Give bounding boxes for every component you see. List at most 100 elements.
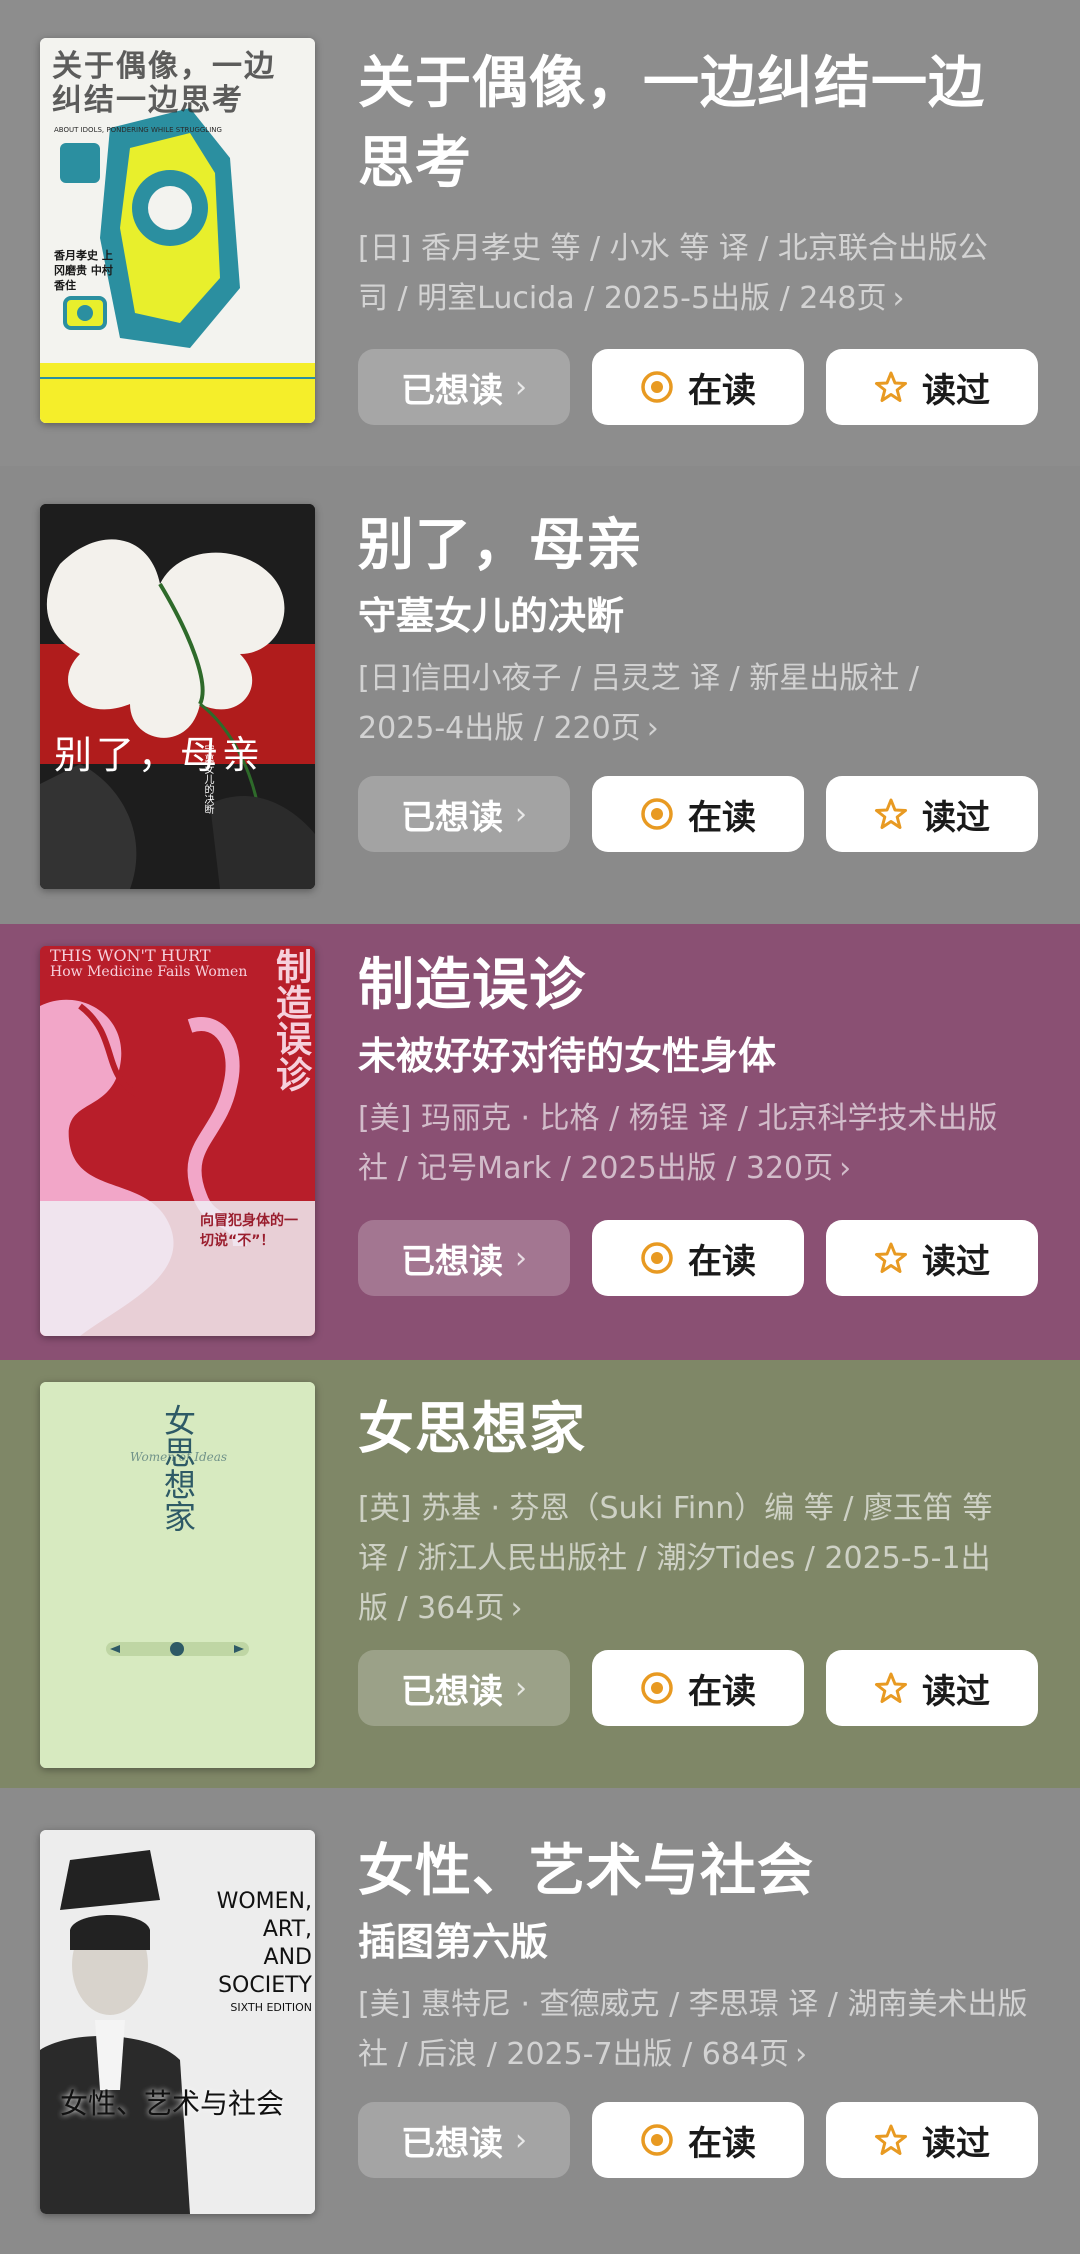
- book-cover-1[interactable]: 关于偶像，一边纠结一边思考 ABOUT IDOLS, PONDERING WHI…: [40, 38, 315, 423]
- read-button[interactable]: 读过: [826, 776, 1038, 852]
- book-cover-2[interactable]: 别了，母亲 守墓女儿的决断: [40, 504, 315, 889]
- want-button-label: 已想读: [401, 2123, 503, 2164]
- book-cover-4[interactable]: 女思想家 Women of Ideas: [40, 1382, 315, 1768]
- cover-3-en-subtitle: How Medicine Fails Women: [50, 964, 248, 980]
- star-icon: [875, 1242, 907, 1273]
- reading-button[interactable]: 在读: [592, 349, 804, 425]
- reading-button-label: 在读: [688, 2123, 756, 2164]
- reading-button-label: 在读: [688, 1241, 756, 1282]
- reading-button-label: 在读: [688, 1671, 756, 1712]
- book-meta-4-line1: [英] 苏基 · 芬恩（Suki Finn）编 等 / 廖玉笛 等: [358, 1491, 993, 1526]
- book-card-1[interactable]: 关于偶像，一边纠结一边思考 ABOUT IDOLS, PONDERING WHI…: [0, 0, 1080, 466]
- book-actions-2: 已想读 › 在读 读过: [358, 776, 1040, 852]
- want-to-read-button[interactable]: 已想读 ›: [358, 349, 570, 425]
- cover-5-en-title: WOMEN, ART, AND SOCIETY SIXTH EDITION: [172, 1888, 312, 2016]
- read-button-label: 读过: [922, 1671, 990, 1712]
- book-cover-3[interactable]: THIS WON'T HURT How Medicine Fails Women…: [40, 946, 315, 1336]
- book-meta-2-line1: [日]信田小夜子 / 吕灵芝 译 / 新星出版社 /: [358, 661, 919, 696]
- book-card-4[interactable]: 女思想家 Women of Ideas 女思想家 [英] 苏基 · 芬恩（Suk…: [0, 1360, 1080, 1788]
- book-card-3[interactable]: THIS WON'T HURT How Medicine Fails Women…: [0, 924, 1080, 1360]
- book-meta-3-line2: 社 / 记号Mark / 2025出版 / 320页: [358, 1151, 834, 1186]
- want-to-read-button[interactable]: 已想读 ›: [358, 1220, 570, 1296]
- chevron-right-icon: ›: [510, 1591, 523, 1626]
- book-meta-4[interactable]: [英] 苏基 · 芬恩（Suki Finn）编 等 / 廖玉笛 等 译 / 浙江…: [358, 1484, 1040, 1634]
- want-button-label: 已想读: [401, 370, 503, 411]
- reading-button[interactable]: 在读: [592, 1220, 804, 1296]
- reading-target-icon: [641, 2124, 673, 2156]
- read-button-label: 读过: [922, 370, 990, 411]
- want-to-read-button[interactable]: 已想读 ›: [358, 1650, 570, 1726]
- want-button-label: 已想读: [401, 1671, 503, 1712]
- read-button-label: 读过: [922, 1241, 990, 1282]
- book-meta-1-line1: [日] 香月孝史 等 / 小水 等 译 / 北京联合出版公: [358, 231, 988, 266]
- book-card-2[interactable]: 别了，母亲 守墓女儿的决断 别了，母亲 守墓女儿的决断 [日]信田小夜子 / 吕…: [0, 466, 1080, 924]
- book-meta-5[interactable]: [美] 惠特尼 · 查德威克 / 李思璟 译 / 湖南美术出版 社 / 后浪 /…: [358, 1980, 1040, 2080]
- reading-target-icon: [641, 1672, 673, 1704]
- book-title-5[interactable]: 女性、艺术与社会: [358, 1832, 1040, 1912]
- want-to-read-button[interactable]: 已想读 ›: [358, 776, 570, 852]
- book-meta-2[interactable]: [日]信田小夜子 / 吕灵芝 译 / 新星出版社 / 2025-4出版 / 22…: [358, 654, 1040, 754]
- reading-target-icon: [641, 371, 673, 403]
- star-icon: [875, 371, 907, 402]
- book-title-4[interactable]: 女思想家: [358, 1390, 1040, 1470]
- read-button-label: 读过: [922, 2123, 990, 2164]
- cover-5-en-line1: WOMEN,: [216, 1889, 312, 1914]
- book-meta-1[interactable]: [日] 香月孝史 等 / 小水 等 译 / 北京联合出版公 司 / 明室Luci…: [358, 224, 1040, 324]
- book-meta-3-line1: [美] 玛丽克 · 比格 / 杨锃 译 / 北京科学技术出版: [358, 1101, 998, 1136]
- cover-5-en-line3: AND: [263, 1945, 312, 1970]
- book-subtitle-5: 插图第六版: [358, 1920, 549, 1964]
- book-title-1[interactable]: 关于偶像，一边纠结一边 思考: [358, 44, 1040, 204]
- read-button[interactable]: 读过: [826, 1220, 1038, 1296]
- reading-button[interactable]: 在读: [592, 1650, 804, 1726]
- cover-4-en: Women of Ideas: [130, 1450, 228, 1464]
- reading-button[interactable]: 在读: [592, 776, 804, 852]
- read-button-label: 读过: [922, 797, 990, 838]
- read-button[interactable]: 读过: [826, 349, 1038, 425]
- book-actions-4: 已想读 › 在读 读过: [358, 1650, 1040, 1726]
- book-actions-1: 已想读 › 在读 读过: [358, 349, 1040, 425]
- chevron-right-icon: ›: [515, 1240, 527, 1276]
- book-title-1-line2: 思考: [358, 131, 472, 196]
- book-meta-4-line3: 版 / 364页: [358, 1591, 505, 1626]
- book-actions-5: 已想读 › 在读 读过: [358, 2102, 1040, 2178]
- chevron-right-icon: ›: [892, 281, 905, 316]
- reading-button-label: 在读: [688, 797, 756, 838]
- reading-button-label: 在读: [688, 370, 756, 411]
- book-meta-3[interactable]: [美] 玛丽克 · 比格 / 杨锃 译 / 北京科学技术出版 社 / 记号Mar…: [358, 1094, 1040, 1194]
- book-meta-1-line2: 司 / 明室Lucida / 2025-5出版 / 248页: [358, 281, 887, 316]
- book-meta-2-line2: 2025-4出版 / 220页: [358, 711, 641, 746]
- star-icon: [875, 2124, 907, 2155]
- reading-target-icon: [641, 798, 673, 830]
- want-to-read-button[interactable]: 已想读 ›: [358, 2102, 570, 2178]
- cover-1-title: 关于偶像，一边纠结一边思考: [52, 49, 276, 118]
- book-card-5[interactable]: WOMEN, ART, AND SOCIETY SIXTH EDITION 女性…: [0, 1788, 1080, 2254]
- book-actions-3: 已想读 › 在读 读过: [358, 1220, 1040, 1296]
- reading-button[interactable]: 在读: [592, 2102, 804, 2178]
- book-meta-5-line1: [美] 惠特尼 · 查德威克 / 李思璟 译 / 湖南美术出版: [358, 1987, 1028, 2022]
- chevron-right-icon: ›: [839, 1151, 852, 1186]
- book-title-2[interactable]: 别了，母亲: [358, 506, 1040, 586]
- cover-1-subtitle: ABOUT IDOLS, PONDERING WHILE STRUGGLING: [54, 126, 222, 134]
- want-button-label: 已想读: [401, 797, 503, 838]
- book-subtitle-3: 未被好好对待的女性身体: [358, 1034, 777, 1078]
- book-cover-5[interactable]: WOMEN, ART, AND SOCIETY SIXTH EDITION 女性…: [40, 1830, 315, 2214]
- star-icon: [875, 798, 907, 829]
- chevron-right-icon: ›: [795, 2037, 808, 2072]
- cover-5-title: 女性、艺术与社会: [60, 2087, 285, 2120]
- chevron-right-icon: ›: [515, 369, 527, 405]
- read-button[interactable]: 读过: [826, 1650, 1038, 1726]
- read-button[interactable]: 读过: [826, 2102, 1038, 2178]
- cover-5-en-line2: ART,: [262, 1917, 312, 1942]
- book-subtitle-2: 守墓女儿的决断: [358, 594, 625, 638]
- chevron-right-icon: ›: [515, 796, 527, 832]
- cover-5-en-line4: SOCIETY: [218, 1973, 312, 1998]
- cover-3-quote: 向冒犯身体的一切说“不”！: [200, 1213, 298, 1249]
- cover-2-illustration: [40, 504, 315, 889]
- chevron-right-icon: ›: [646, 711, 659, 746]
- book-title-3[interactable]: 制造误诊: [358, 946, 1040, 1026]
- cover-4-title: 女思想家: [159, 1404, 197, 1532]
- star-icon: [875, 1672, 907, 1703]
- want-button-label: 已想读: [401, 1241, 503, 1282]
- cover-3-en-title: THIS WON'T HURT: [50, 946, 211, 965]
- cover-1-authors: 香月孝史 上冈磨贵 中村香住: [54, 249, 113, 292]
